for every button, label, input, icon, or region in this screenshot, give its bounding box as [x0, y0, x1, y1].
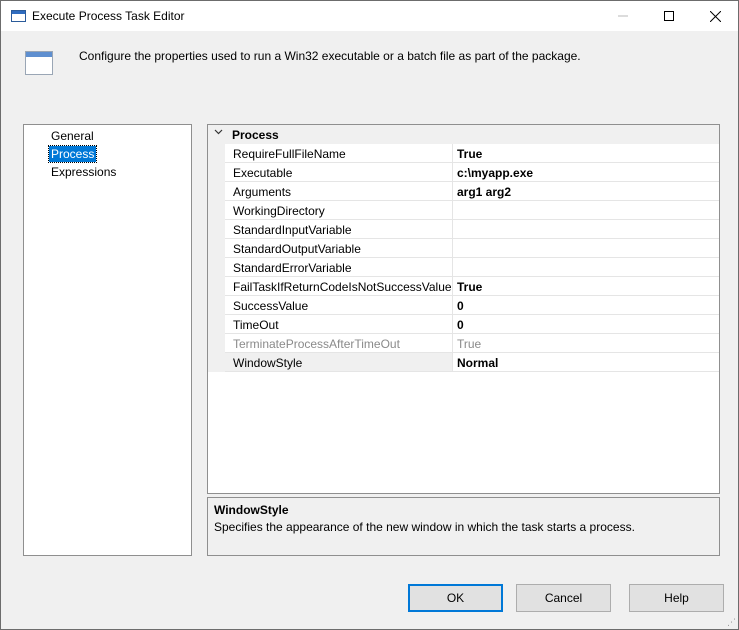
- category-row-process[interactable]: Process: [208, 125, 719, 144]
- cancel-button[interactable]: Cancel: [516, 584, 611, 612]
- property-name[interactable]: RequireFullFileName: [225, 144, 453, 163]
- property-row[interactable]: StandardOutputVariable: [208, 239, 719, 258]
- property-name[interactable]: TimeOut: [225, 315, 453, 334]
- minimize-button: [600, 1, 646, 31]
- property-value[interactable]: [453, 220, 719, 239]
- dialog-window: Execute Process Task Editor Configure th…: [0, 0, 739, 630]
- property-name[interactable]: Arguments: [225, 182, 453, 201]
- header-description: Configure the properties used to run a W…: [79, 49, 581, 63]
- property-value[interactable]: True: [453, 277, 719, 296]
- row-gutter: [208, 315, 225, 334]
- property-grid: Process RequireFullFileName True Executabl…: [207, 124, 720, 494]
- property-row[interactable]: WindowStyle Normal: [208, 353, 719, 372]
- row-gutter: [208, 220, 225, 239]
- title-bar[interactable]: Execute Process Task Editor: [1, 1, 738, 31]
- property-name[interactable]: WindowStyle: [225, 353, 453, 372]
- property-row[interactable]: SuccessValue 0: [208, 296, 719, 315]
- row-gutter: [208, 163, 225, 182]
- property-name[interactable]: WorkingDirectory: [225, 201, 453, 220]
- property-row[interactable]: StandardErrorVariable: [208, 258, 719, 277]
- nav-item-process[interactable]: Process: [47, 145, 98, 163]
- property-row[interactable]: Arguments arg1 arg2: [208, 182, 719, 201]
- property-row[interactable]: TimeOut 0: [208, 315, 719, 334]
- property-value[interactable]: arg1 arg2: [453, 182, 719, 201]
- description-title: WindowStyle: [214, 503, 289, 517]
- property-value[interactable]: Normal: [453, 353, 719, 372]
- property-value[interactable]: True: [453, 144, 719, 163]
- row-gutter: [208, 182, 225, 201]
- row-gutter: [208, 334, 225, 353]
- row-gutter: [208, 353, 225, 372]
- row-gutter: [208, 277, 225, 296]
- description-text: Specifies the appearance of the new wind…: [214, 520, 635, 534]
- window-icon: [11, 10, 26, 22]
- property-name[interactable]: TerminateProcessAfterTimeOut: [225, 334, 453, 353]
- nav-item-general[interactable]: General: [49, 128, 96, 144]
- row-gutter: [208, 258, 225, 277]
- maximize-button[interactable]: [646, 1, 692, 31]
- property-name[interactable]: SuccessValue: [225, 296, 453, 315]
- property-row[interactable]: RequireFullFileName True: [208, 144, 719, 163]
- property-name[interactable]: StandardErrorVariable: [225, 258, 453, 277]
- header-area: Configure the properties used to run a W…: [1, 31, 738, 107]
- property-row[interactable]: StandardInputVariable: [208, 220, 719, 239]
- help-button[interactable]: Help: [629, 584, 724, 612]
- property-row[interactable]: TerminateProcessAfterTimeOut True: [208, 334, 719, 353]
- property-value[interactable]: [453, 239, 719, 258]
- property-name[interactable]: FailTaskIfReturnCodeIsNotSuccessValue: [225, 277, 453, 296]
- property-value[interactable]: 0: [453, 296, 719, 315]
- minimize-icon: [618, 15, 628, 17]
- chevron-down-icon[interactable]: [214, 127, 223, 139]
- property-name[interactable]: StandardInputVariable: [225, 220, 453, 239]
- row-gutter: [208, 201, 225, 220]
- property-value[interactable]: c:\myapp.exe: [453, 163, 719, 182]
- resize-grip-icon[interactable]: ⋰: [726, 617, 736, 627]
- property-value[interactable]: [453, 258, 719, 277]
- window-title: Execute Process Task Editor: [32, 9, 185, 23]
- row-gutter: [208, 239, 225, 258]
- row-gutter: [208, 296, 225, 315]
- row-gutter: [208, 144, 225, 163]
- property-row[interactable]: FailTaskIfReturnCodeIsNotSuccessValue Tru…: [208, 277, 719, 296]
- close-button[interactable]: [692, 1, 738, 31]
- maximize-icon: [664, 11, 674, 21]
- close-icon: [709, 10, 721, 22]
- property-name[interactable]: Executable: [225, 163, 453, 182]
- description-panel: WindowStyle Specifies the appearance of …: [207, 497, 720, 556]
- property-row[interactable]: WorkingDirectory: [208, 201, 719, 220]
- property-value: True: [453, 334, 719, 353]
- property-row[interactable]: Executable c:\myapp.exe: [208, 163, 719, 182]
- nav-item-expressions[interactable]: Expressions: [49, 164, 118, 180]
- property-value[interactable]: [453, 201, 719, 220]
- property-name[interactable]: StandardOutputVariable: [225, 239, 453, 258]
- page-navigation: General Process Expressions: [23, 124, 192, 556]
- ok-button[interactable]: OK: [408, 584, 503, 612]
- category-label: Process: [232, 128, 279, 142]
- task-icon: [25, 51, 53, 75]
- property-value[interactable]: 0: [453, 315, 719, 334]
